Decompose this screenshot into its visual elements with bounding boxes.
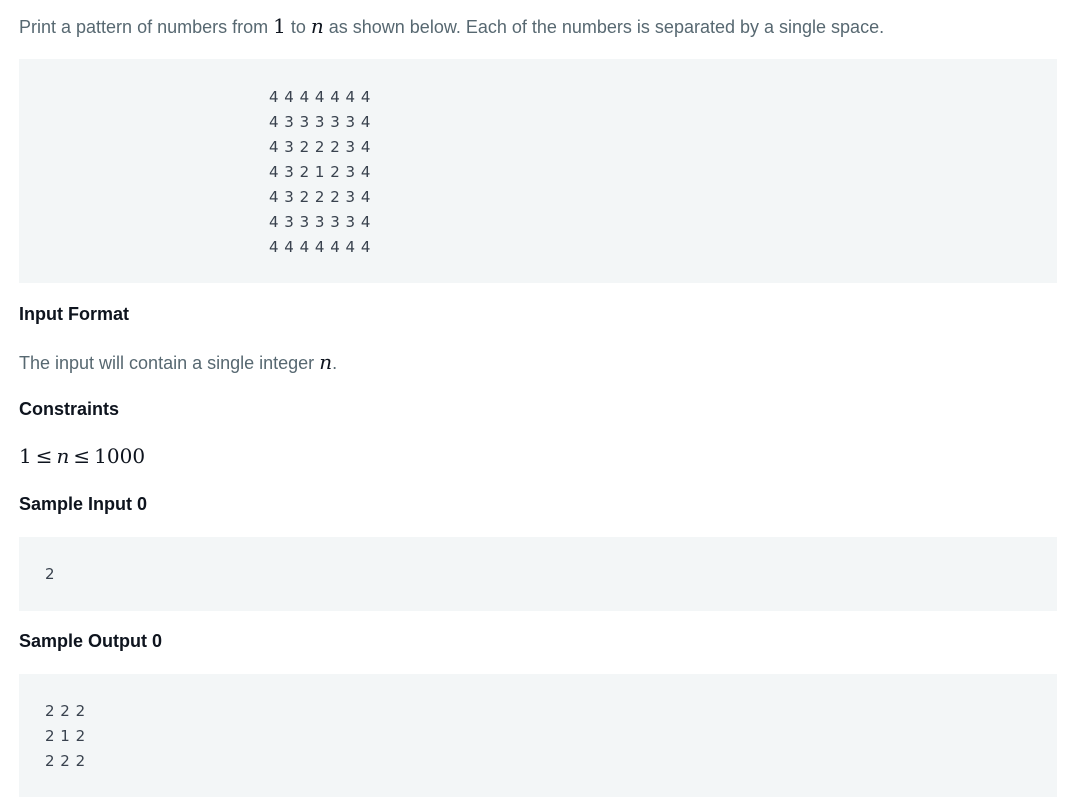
problem-intro: Print a pattern of numbers from 1 to n a… bbox=[19, 14, 884, 39]
sample-input-value: 2 bbox=[45, 565, 56, 583]
constraint-var-n: n bbox=[56, 444, 70, 468]
sample-output-box: 2 2 2 2 1 2 2 2 2 bbox=[19, 674, 1057, 797]
intro-text-mid: to bbox=[285, 17, 311, 37]
intro-text-after: as shown below. Each of the numbers is s… bbox=[323, 17, 885, 37]
input-format-text: The input will contain a single integer … bbox=[19, 350, 337, 374]
input-format-text-before: The input will contain a single integer bbox=[19, 353, 320, 373]
math-n: n bbox=[311, 14, 324, 38]
input-format-heading: Input Format bbox=[19, 304, 129, 324]
input-format-text-after: . bbox=[332, 353, 338, 373]
constraint-upper: 1000 bbox=[94, 444, 146, 468]
constraint-op-2: ≤ bbox=[73, 444, 91, 468]
input-format-var-n: n bbox=[319, 350, 333, 374]
constraints-heading: Constraints bbox=[19, 399, 120, 419]
math-n-var: n bbox=[310, 14, 324, 38]
sample-output-heading: Sample Output 0 bbox=[19, 631, 163, 651]
constraint-expression: 1 ≤ n ≤1000 bbox=[19, 444, 145, 468]
input-format-math-n: n bbox=[319, 350, 332, 374]
constraint-op-1: ≤ bbox=[35, 444, 53, 468]
intro-text-before: Print a pattern of numbers from bbox=[19, 17, 274, 37]
sample-output-value: 2 2 2 2 1 2 2 2 2 bbox=[45, 702, 86, 770]
constraint-lower: 1 bbox=[19, 444, 32, 468]
sample-input-heading: Sample Input 0 bbox=[19, 494, 148, 514]
pattern-example: 4 4 4 4 4 4 4 4 3 3 3 3 3 4 4 3 2 2 2 3 … bbox=[269, 88, 371, 256]
sample-input-box: 2 bbox=[19, 537, 1057, 611]
math-one: 1 bbox=[273, 14, 286, 38]
pattern-example-box: 4 4 4 4 4 4 4 4 3 3 3 3 3 4 4 3 2 2 2 3 … bbox=[19, 59, 1057, 283]
